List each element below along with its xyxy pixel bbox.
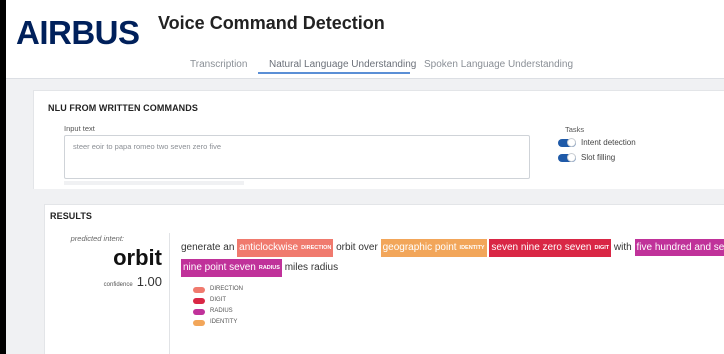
active-tab-indicator [258,72,410,74]
nlu-panel: NLU FROM WRITTEN COMMANDS Input text ste… [33,90,724,189]
app-frame: AIRBUS Voice Command Detection Transcrip… [6,0,724,354]
sentence-word: with [613,242,632,253]
input-text-value: steer eoir to papa romeo two seven zero … [73,142,221,151]
entity-tag-identity: IDENTITY [459,245,485,251]
entity-tag-radius: RADIUS [258,265,280,271]
sentence-word: generate an [181,242,235,253]
airbus-logo: AIRBUS [16,14,140,51]
entity-tag-digit: DIGIT [594,245,610,251]
entity-tag-direction: DIRECTION [301,245,332,251]
entity-identity: geographic point IDENTITY [380,239,487,257]
tab-spoken-language-understanding[interactable]: Spoken Language Understanding [424,59,573,70]
entity-direction: anticlockwise DIRECTION [237,239,334,257]
tab-transcription[interactable]: Transcription [190,59,247,70]
legend-swatch [193,309,205,315]
input-text-label: Input text [64,124,95,133]
entity-radius-part-2: nine point seven RADIUS [181,259,282,277]
intent-detection-label: Intent detection [581,138,636,147]
toggle-switch-icon[interactable] [558,138,576,147]
predicted-intent-label: predicted intent: [70,234,124,243]
confidence-value: 1.00 [136,274,162,289]
legend-label: DIGIT [210,297,226,303]
sentence-word: orbit over [336,242,378,253]
app-header: AIRBUS Voice Command Detection Transcrip… [6,0,724,79]
tasks-label: Tasks [565,125,585,134]
legend-swatch [193,298,205,304]
entity-radius-part-1: five hundred and seventy [634,239,724,256]
input-text-field[interactable]: steer eoir to papa romeo two seven zero … [64,135,530,179]
tab-bar: Transcription Natural Language Understan… [6,56,724,78]
page-title: Voice Command Detection [158,13,385,33]
legend-label: RADIUS [210,308,233,314]
nlu-title: NLU FROM WRITTEN COMMANDS [48,103,198,113]
legend-swatch [193,320,205,326]
annotated-sentence-line-2: nine point seven RADIUS miles radius [181,258,338,277]
faint-helper-line [64,181,244,185]
annotated-sentence-line-1: generate an anticlockwise DIRECTION orbit… [181,238,724,257]
slot-filling-label: Slot filling [581,153,616,162]
results-panel: RESULTS predicted intent: orbit confiden… [44,204,724,354]
legend-swatch [193,287,205,293]
results-divider [169,233,170,354]
confidence: confidence 1.00 [104,273,162,291]
entity-digit: seven nine zero seven DIGIT [489,239,612,257]
confidence-label: confidence [103,282,133,288]
legend-label: IDENTITY [210,319,238,325]
predicted-intent-value: orbit [113,245,162,270]
tab-natural-language-understanding[interactable]: Natural Language Understanding [269,59,416,70]
intent-column: predicted intent: orbit confidence 1.00 [45,205,162,354]
legend-label: DIRECTION [210,286,243,292]
sentence-word: miles radius [284,262,339,273]
toggle-switch-icon[interactable] [558,153,576,162]
